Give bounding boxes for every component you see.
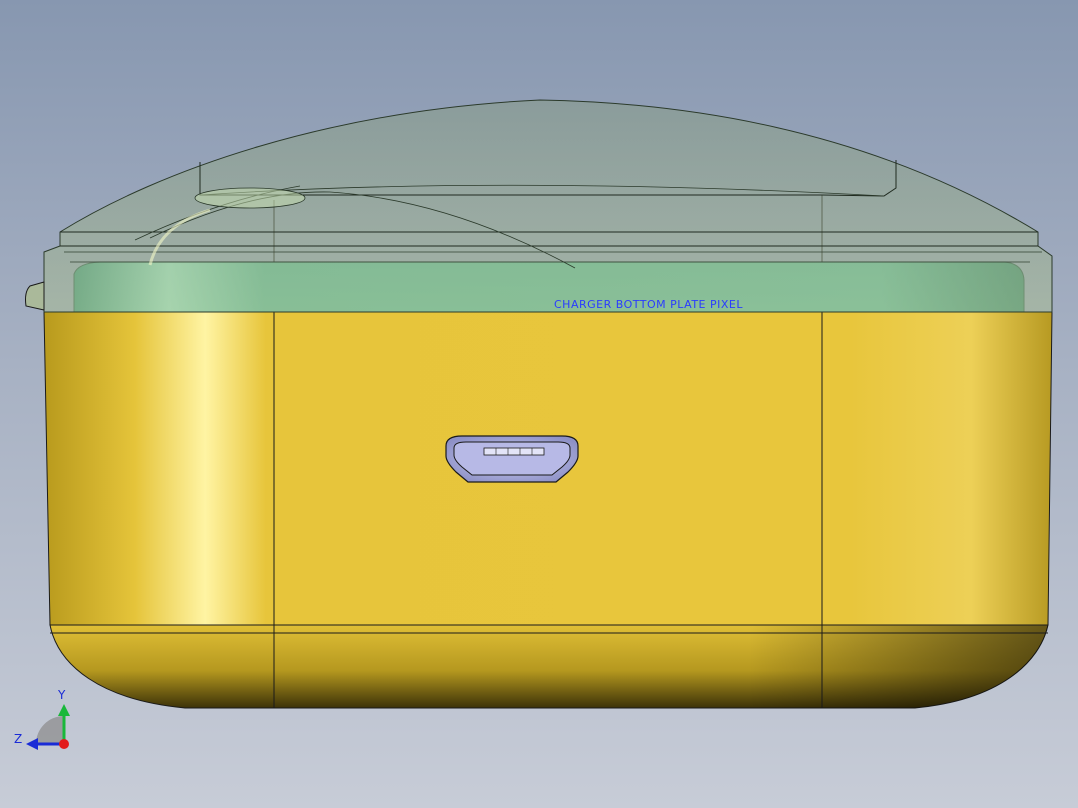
cad-viewport[interactable]: CHARGER BOTTOM PLATE PIXEL Y Z: [0, 0, 1078, 808]
y-axis-label: Y: [58, 688, 66, 702]
micro-usb-port: [445, 435, 579, 483]
x-axis-origin: [59, 739, 69, 749]
model-view: [25, 99, 1053, 750]
side-clip: [25, 281, 45, 311]
coordinate-triad: [26, 704, 70, 750]
overlapping-annotation-text: CHARGER BOTTOM PLATE PIXEL: [554, 298, 743, 311]
z-axis-label: Z: [14, 732, 23, 746]
translucent-lid: [43, 99, 1053, 313]
